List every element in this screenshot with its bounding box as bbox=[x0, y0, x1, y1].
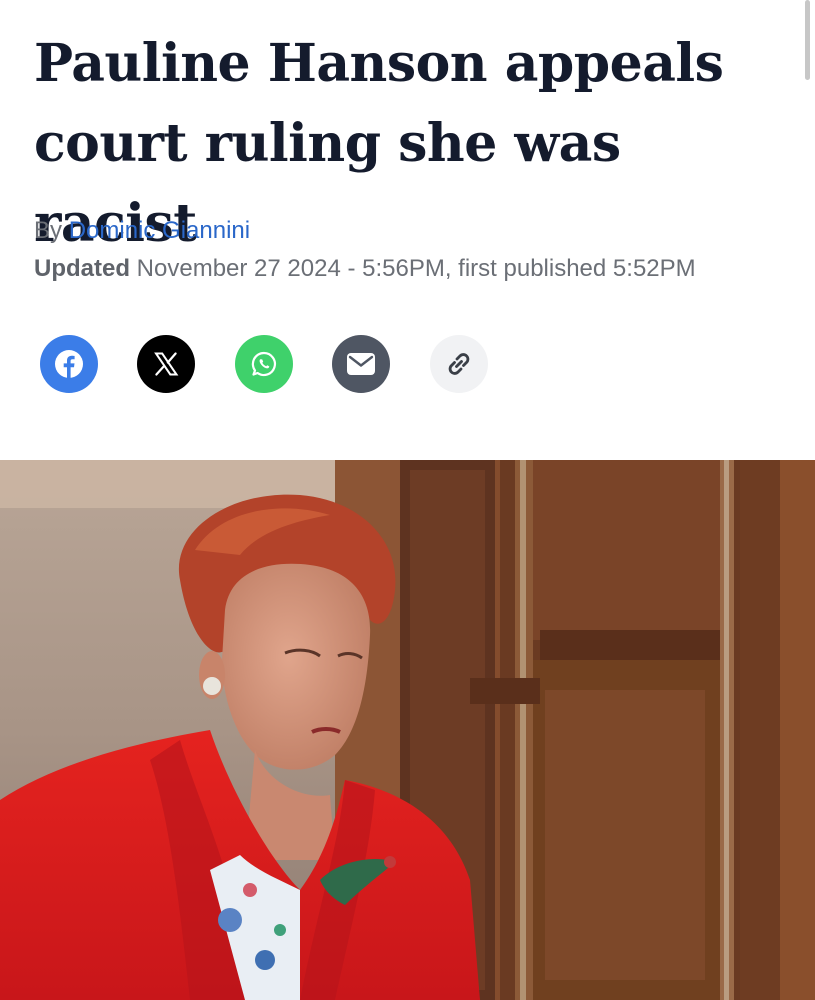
hero-photo-illustration bbox=[0, 460, 815, 1000]
share-bar bbox=[40, 335, 500, 393]
hero-image bbox=[0, 460, 815, 1000]
copy-link-button[interactable] bbox=[430, 335, 488, 393]
byline: By Dominic Giannini bbox=[34, 214, 250, 248]
byline-prefix: By bbox=[34, 217, 63, 244]
whatsapp-icon bbox=[251, 351, 276, 377]
share-x-button[interactable] bbox=[137, 335, 195, 393]
email-icon bbox=[347, 353, 375, 375]
article-page: Pauline Hanson appeals court ruling she … bbox=[0, 0, 815, 1000]
updated-timestamp: Updated November 27 2024 - 5:56PM, first… bbox=[34, 252, 696, 286]
updated-label: Updated bbox=[34, 255, 130, 282]
share-email-button[interactable] bbox=[332, 335, 390, 393]
scrollbar[interactable] bbox=[805, 0, 810, 80]
updated-text: November 27 2024 - 5:56PM, first publish… bbox=[136, 255, 696, 282]
facebook-icon bbox=[55, 350, 83, 378]
share-whatsapp-button[interactable] bbox=[235, 335, 293, 393]
author-link[interactable]: Dominic Giannini bbox=[69, 217, 250, 244]
link-icon bbox=[448, 353, 470, 375]
share-facebook-button[interactable] bbox=[40, 335, 98, 393]
x-icon bbox=[154, 352, 179, 376]
